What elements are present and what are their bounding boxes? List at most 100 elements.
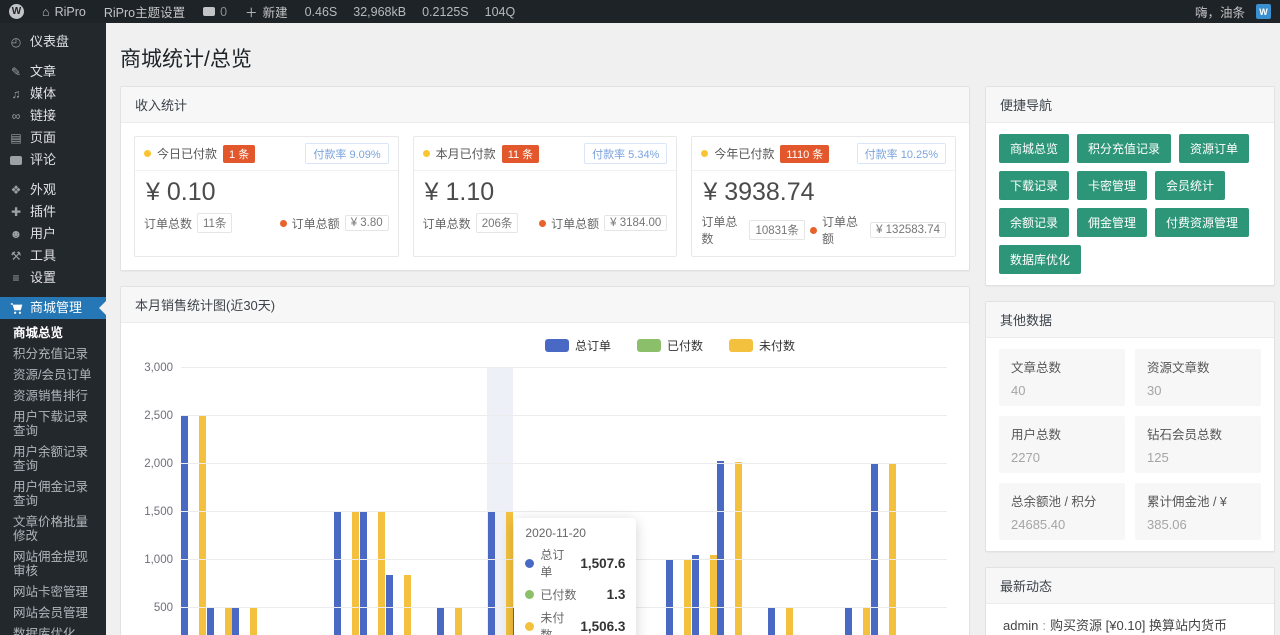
quicknav-button-1[interactable]: 积分充值记录 (1077, 134, 1171, 163)
quicknav-button-6[interactable]: 余额记录 (999, 208, 1069, 237)
bar-total (181, 416, 188, 635)
sidebar-item-appearance[interactable]: ❖外观 (0, 179, 106, 201)
bar-group-2020-11-09[interactable] (207, 368, 233, 635)
bar-total (437, 608, 444, 635)
sidebar-item-dashboard[interactable]: ◴仪表盘 (0, 31, 106, 53)
bar-group-2020-11-18[interactable] (436, 368, 462, 635)
comments-link[interactable]: 0 (194, 0, 236, 23)
bar-total (871, 464, 878, 635)
pin-icon: ✎ (9, 65, 23, 79)
quicknav-button-4[interactable]: 卡密管理 (1077, 171, 1147, 200)
quicknav-button-5[interactable]: 会员统计 (1155, 171, 1225, 200)
new-content-link[interactable]: ＋ 新建 (236, 0, 297, 23)
sidebar-item-tools[interactable]: ⚒工具 (0, 245, 106, 267)
bar-group-2020-11-29[interactable] (717, 368, 743, 635)
bar-group-2020-11-19[interactable] (462, 368, 488, 635)
plus-icon: ＋ (245, 2, 258, 21)
sidebar-subitem-member-management[interactable]: 网站会员管理 (0, 602, 106, 623)
quicknav-button-7[interactable]: 佣金管理 (1077, 208, 1147, 237)
bar-group-2020-12-05[interactable] (870, 368, 896, 635)
bar-group-2020-12-04[interactable] (845, 368, 871, 635)
bar-group-2020-11-13[interactable] (309, 368, 335, 635)
sidebar-item-links[interactable]: ∞链接 (0, 105, 106, 127)
bar-group-2020-11-10[interactable] (232, 368, 258, 635)
sidebar-item-settings[interactable]: ≡设置 (0, 267, 106, 289)
theme-settings-link[interactable]: RiPro主题设置 (95, 0, 194, 23)
site-name-link[interactable]: ⌂ RiPro (33, 0, 95, 23)
sidebar-item-media[interactable]: ♫媒体 (0, 83, 106, 105)
bar-group-2020-11-26[interactable] (641, 368, 667, 635)
sidebar-subitem-user-balance-log[interactable]: 用户余额记录查询 (0, 441, 106, 476)
legend-item-总订单[interactable]: 总订单 (545, 337, 611, 354)
bar-group-2020-11-27[interactable] (666, 368, 692, 635)
sidebar-item-label: 媒体 (30, 87, 56, 101)
rate-badge: 付款率 10.25% (857, 143, 946, 164)
wordpress-menu[interactable]: W (0, 0, 33, 23)
sidebar-item-plugins[interactable]: ✚插件 (0, 201, 106, 223)
bar-group-2020-11-17[interactable] (411, 368, 437, 635)
bar-unpaid (250, 608, 257, 635)
tooltip-series-value: 1,506.3 (580, 619, 625, 634)
sidebar-item-label: 文章 (30, 65, 56, 79)
sidebar-subitem-user-download-log[interactable]: 用户下载记录查询 (0, 406, 106, 441)
sidebar-item-pages[interactable]: ▤页面 (0, 127, 106, 149)
performance-stats: 0.46S32,968kB0.2125S104Q (297, 5, 524, 19)
comments-icon (9, 156, 23, 165)
sidebar-item-users[interactable]: ☻用户 (0, 223, 106, 245)
total-value: ¥ 132583.74 (870, 222, 946, 238)
sidebar-subitem-resource-sales-rank[interactable]: 资源销售排行 (0, 385, 106, 406)
bar-group-2020-11-11[interactable] (258, 368, 284, 635)
gauge-icon: ◴ (9, 35, 23, 49)
stat-value: 385.06 (1147, 517, 1249, 532)
total-dot-icon (810, 227, 817, 234)
quicknav-button-0[interactable]: 商城总览 (999, 134, 1069, 163)
bar-group-2020-11-16[interactable] (385, 368, 411, 635)
main-content: 商城统计/总览 收入统计 今日已付款1 条付款率 9.09%¥ 0.10订单总数… (106, 0, 1280, 635)
tools-icon: ⚒ (9, 249, 23, 263)
bar-group-2020-11-08[interactable] (181, 368, 207, 635)
bar-total (488, 511, 495, 635)
legend-chip (729, 339, 753, 352)
legend-item-已付数[interactable]: 已付数 (637, 337, 703, 354)
sidebar-item-label: 插件 (30, 205, 56, 219)
y-axis-label: 3,000 (144, 362, 173, 374)
bar-group-2020-11-14[interactable] (334, 368, 360, 635)
sidebar-item-posts[interactable]: ✎ 文章 (0, 61, 106, 83)
bar-group-2020-12-02[interactable] (794, 368, 820, 635)
sidebar-subitem-user-commission-log[interactable]: 用户佣金记录查询 (0, 476, 106, 511)
bar-group-2020-12-01[interactable] (768, 368, 794, 635)
sidebar-item-shop-management[interactable]: 商城管理 (0, 297, 106, 319)
sidebar-subitem-database-optimize[interactable]: 数据库优化 (0, 623, 106, 635)
quicknav-button-9[interactable]: 数据库优化 (999, 245, 1081, 274)
sidebar-subitem-post-price-batch-edit[interactable]: 文章价格批量修改 (0, 511, 106, 546)
sidebar-subitem-shop-overview[interactable]: 商城总览 (0, 322, 106, 343)
bar-unpaid (889, 464, 896, 635)
legend-item-未付数[interactable]: 未付数 (729, 337, 795, 354)
sidebar-subitem-commission-withdraw-review[interactable]: 网站佣金提现审核 (0, 546, 106, 581)
bar-group-2020-11-30[interactable] (743, 368, 769, 635)
bar-group-2020-12-07[interactable] (921, 368, 947, 635)
bar-group-2020-11-20[interactable] (487, 368, 513, 635)
quicknav-button-2[interactable]: 资源订单 (1179, 134, 1249, 163)
tooltip-series-name: 总订单 (540, 546, 574, 580)
bar-group-2020-12-06[interactable] (896, 368, 922, 635)
sidebar-item-label: 评论 (30, 153, 56, 167)
quicknav-button-8[interactable]: 付费资源管理 (1155, 208, 1249, 237)
greeting-link[interactable]: 嗨，油条 W (1186, 2, 1280, 21)
sidebar-item-comments[interactable]: 评论 (0, 149, 106, 171)
user-avatar: W (1256, 4, 1271, 19)
bar-group-2020-11-28[interactable] (692, 368, 718, 635)
bar-group-2020-12-03[interactable] (819, 368, 845, 635)
chart-tooltip: 2020-11-20 总订单1,507.6已付数1.3未付数1,506.3 (514, 518, 636, 635)
comments-bubble-icon (203, 7, 215, 16)
activity-panel: 最新动态 admin:购买资源 [¥0.10] 换算站内货币=1.002020-… (985, 567, 1275, 635)
tooltip-series-value: 1.3 (607, 587, 626, 602)
sidebar-subitem-resource-member-orders[interactable]: 资源/会员订单 (0, 364, 106, 385)
bar-group-2020-11-12[interactable] (283, 368, 309, 635)
sidebar-subitem-card-key-management[interactable]: 网站卡密管理 (0, 581, 106, 602)
sidebar-subitem-points-recharge-log[interactable]: 积分充值记录 (0, 343, 106, 364)
quicknav-button-3[interactable]: 下载记录 (999, 171, 1069, 200)
bar-chart: 2020-11-20 总订单1,507.6已付数1.3未付数1,506.3 05… (181, 368, 947, 635)
perf-stat: 104Q (477, 5, 524, 19)
bar-group-2020-11-15[interactable] (360, 368, 386, 635)
